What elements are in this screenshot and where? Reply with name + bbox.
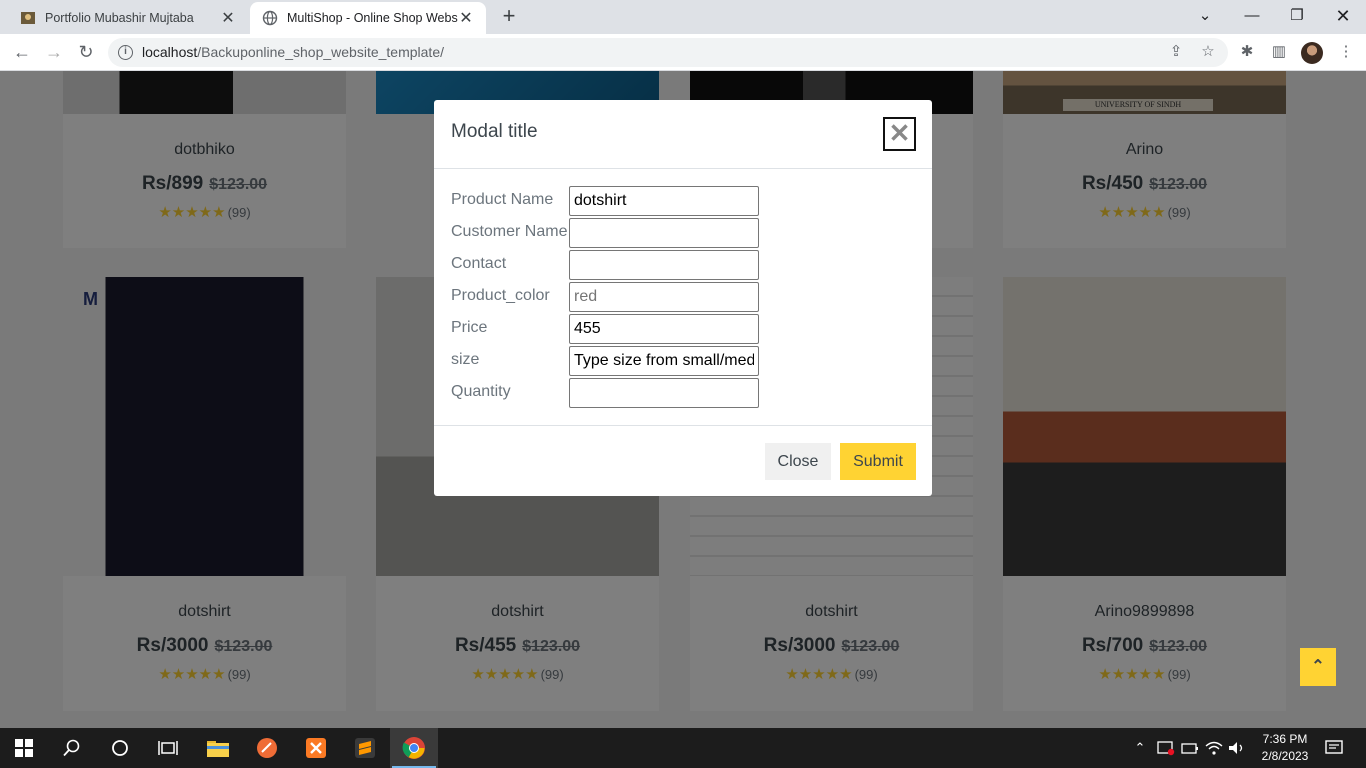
customer-name-input[interactable] [569,218,759,248]
order-modal: Modal title ✕ Product Name Customer Name… [434,100,932,496]
xampp-icon[interactable] [292,728,340,768]
close-tab-icon[interactable]: ✕ [220,8,236,28]
site-info-icon[interactable]: i [118,45,133,60]
bookmark-star-icon[interactable]: ☆ [1198,42,1218,62]
search-icon[interactable] [48,728,96,768]
quantity-input[interactable] [569,378,759,408]
windows-start-icon[interactable] [0,728,48,768]
field-quantity: Quantity [451,378,781,408]
price-input[interactable] [569,314,759,344]
wifi-icon[interactable] [1203,728,1225,768]
browser-tab-bar: Portfolio Mubashir Mujtaba ✕ MultiShop -… [0,0,1366,34]
system-clock[interactable]: 7:36 PM 2/8/2023 [1253,731,1317,765]
minimize-button[interactable]: — [1239,4,1265,28]
modal-title: Modal title [451,121,538,142]
modal-footer: Close Submit [434,425,932,496]
chrome-icon[interactable] [390,728,438,768]
field-size: size [451,346,781,376]
contact-input[interactable] [569,250,759,280]
notifications-icon[interactable] [1322,728,1346,768]
product-color-input[interactable] [569,282,759,312]
close-icon[interactable]: ✕ [883,117,916,151]
clock-date: 2/8/2023 [1261,749,1309,763]
globe-icon [262,10,278,26]
close-button[interactable]: Close [765,443,831,480]
sublime-text-icon[interactable] [341,728,389,768]
tab-title: MultiShop - Online Shop Website [287,11,458,25]
url-text: localhost/Backuponline_shop_website_temp… [142,44,444,60]
modal-header: Modal title ✕ [434,100,932,169]
product-name-input[interactable] [569,186,759,216]
tab-title: Portfolio Mubashir Mujtaba [45,11,194,25]
submit-button[interactable]: Submit [840,443,916,480]
task-view-icon[interactable] [144,728,192,768]
battery-icon[interactable] [1179,728,1201,768]
clock-time: 7:36 PM [1262,732,1308,746]
field-label: Contact [451,255,507,272]
windows-taskbar: ⌃ 7:36 PM 2/8/2023 [0,728,1366,768]
profile-avatar[interactable] [1301,42,1323,64]
restore-button[interactable]: ❐ [1284,4,1310,28]
field-label: size [451,351,480,368]
field-label: Price [451,319,488,336]
security-alert-icon[interactable] [1155,728,1177,768]
close-window-button[interactable]: ✕ [1330,4,1356,28]
field-label: Customer Name [451,223,568,240]
menu-kebab-icon[interactable]: ⋮ [1336,42,1356,62]
volume-icon[interactable] [1226,728,1248,768]
extensions-icon[interactable]: ✱ [1237,42,1257,62]
new-tab-button[interactable]: + [498,5,520,28]
back-to-top-button[interactable]: ⌃ [1300,648,1336,686]
address-bar[interactable]: i localhost/Backuponline_shop_website_te… [108,38,1228,67]
double-chevron-up-icon: ⌃ [1311,658,1325,675]
size-input[interactable] [569,346,759,376]
side-panel-icon[interactable]: ▥ [1269,42,1289,62]
field-label: Quantity [451,383,511,400]
field-product-name: Product Name [451,186,781,216]
tab-portfolio[interactable]: Portfolio Mubashir Mujtaba ✕ [8,2,248,34]
show-hidden-icons-icon[interactable]: ⌃ [1130,728,1150,768]
reload-button[interactable]: ↻ [73,39,99,65]
close-tab-icon[interactable]: ✕ [458,8,474,28]
field-customer-name: Customer Name [451,218,781,248]
tab-search-icon[interactable]: ⌄ [1192,4,1218,28]
field-contact: Contact [451,250,781,280]
forward-button[interactable]: → [41,39,67,65]
tab-multishop[interactable]: MultiShop - Online Shop Website ✕ [250,2,486,34]
field-label: Product Name [451,191,554,208]
share-icon[interactable]: ⇪ [1166,42,1186,62]
cortana-icon[interactable] [96,728,144,768]
postman-icon[interactable] [243,728,291,768]
field-label: Product_color [451,287,550,304]
file-explorer-icon[interactable] [194,728,242,768]
field-price: Price [451,314,781,344]
field-product-color: Product_color [451,282,781,312]
browser-toolbar: ← → ↻ i localhost/Backuponline_shop_webs… [0,34,1366,71]
portfolio-favicon-icon [21,12,35,24]
back-button[interactable]: ← [9,39,35,65]
